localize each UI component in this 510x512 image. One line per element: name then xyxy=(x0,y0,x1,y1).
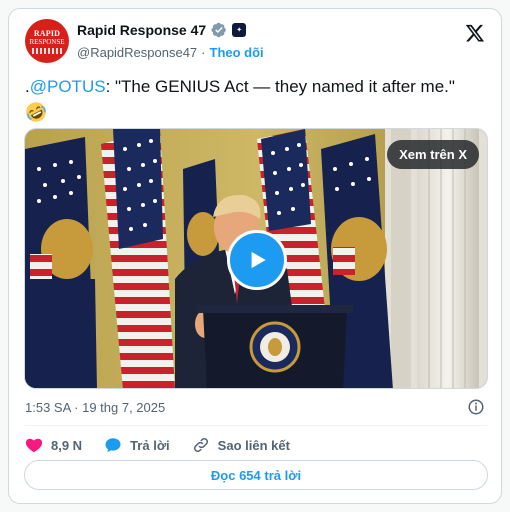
copy-link-button[interactable]: Sao liên kết xyxy=(192,436,290,454)
copy-link-label: Sao liên kết xyxy=(217,437,290,453)
read-replies-button[interactable]: Đọc 654 trả lời xyxy=(24,460,488,490)
follow-button[interactable]: Theo dõi xyxy=(210,45,264,60)
affiliation-badge-icon[interactable]: ✦ xyxy=(232,23,247,37)
tweet-text: .@POTUS: "The GENIUS Act — they named it… xyxy=(25,76,485,98)
reply-bubble-icon xyxy=(105,438,121,453)
x-logo-icon[interactable] xyxy=(465,23,485,43)
verified-badge-icon xyxy=(211,22,226,38)
play-icon xyxy=(251,251,266,269)
divider xyxy=(25,425,487,426)
play-button[interactable] xyxy=(227,230,287,290)
mention-link[interactable]: @POTUS xyxy=(30,77,106,96)
like-count: 8,9 N xyxy=(51,437,83,453)
watch-on-x-button[interactable]: Xem trên X xyxy=(387,140,479,169)
action-bar: 8,9 N Trả lời Sao liên kết xyxy=(25,433,312,457)
avatar-text-bottom: RESPONSE xyxy=(29,37,65,46)
avatar-stripes xyxy=(32,47,62,54)
reply-label: Trả lời xyxy=(130,437,170,453)
author-handle[interactable]: @RapidResponse47 xyxy=(77,45,197,60)
handle-row: @RapidResponse47 · Theo dõi xyxy=(77,45,264,60)
avatar[interactable]: RAPID RESPONSE xyxy=(25,19,69,63)
like-button[interactable]: 8,9 N xyxy=(25,436,82,454)
rolling-laughing-emoji-icon xyxy=(26,102,46,122)
avatar-text-top: RAPID xyxy=(33,28,61,38)
separator-dot: · xyxy=(201,45,206,60)
tweet-timestamp[interactable]: 1:53 SA · 19 thg 7, 2025 xyxy=(25,400,165,415)
heart-icon xyxy=(25,438,43,453)
video-player[interactable]: Xem trên X xyxy=(24,128,488,389)
reply-button[interactable]: Trả lời xyxy=(104,436,170,454)
author-name-row: Rapid Response 47 ✦ xyxy=(77,22,247,38)
info-icon[interactable] xyxy=(467,398,485,416)
tweet-card: RAPID RESPONSE Rapid Response 47 ✦ @Rapi… xyxy=(8,8,502,504)
link-icon xyxy=(193,437,208,453)
tweet-body: : "The GENIUS Act — they named it after … xyxy=(105,77,455,96)
display-name[interactable]: Rapid Response 47 xyxy=(77,22,206,38)
